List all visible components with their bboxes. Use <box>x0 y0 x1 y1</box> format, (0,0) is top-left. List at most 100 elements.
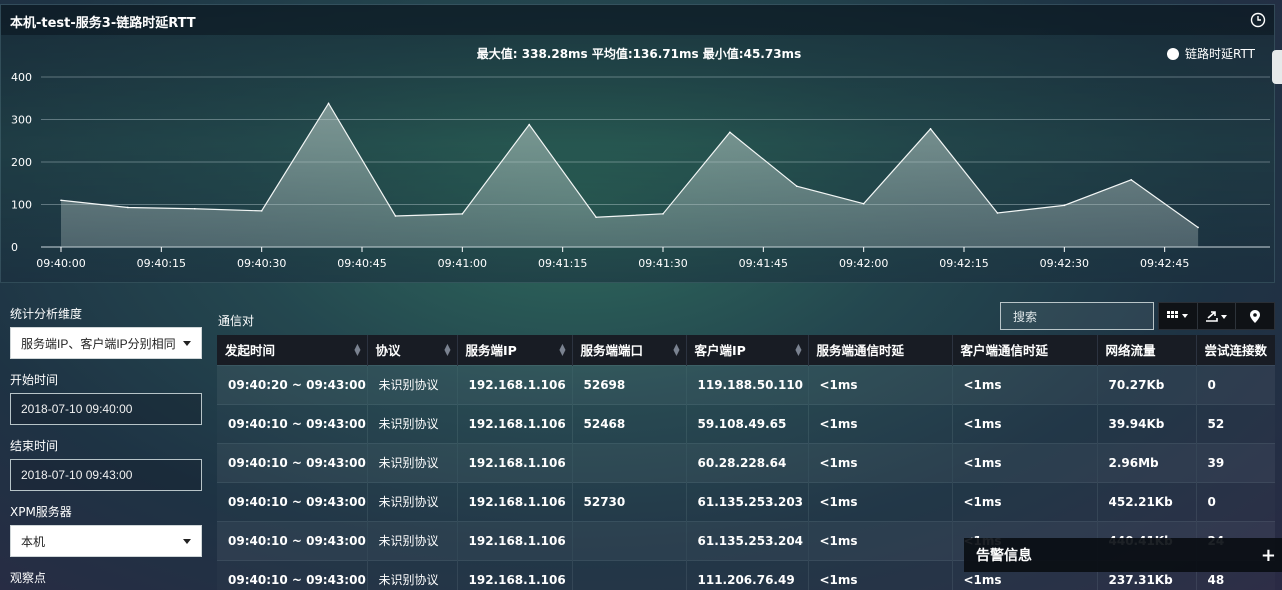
data-point <box>127 206 129 209</box>
end-time-label: 结束时间 <box>10 439 59 453</box>
table-cell: <1ms <box>952 482 1098 521</box>
x-tick-label: 09:42:45 <box>1140 257 1189 270</box>
column-header[interactable]: 服务端端口 ▲ ▼ <box>572 335 687 365</box>
table-row[interactable]: 09:40:10 ~ 09:43:00 未识别协议 192.168.1.106 527… <box>217 482 1275 521</box>
plus-icon[interactable]: + <box>1261 545 1276 566</box>
column-header[interactable]: 客户端通信时延 <box>952 335 1098 365</box>
table-cell: <1ms <box>808 560 953 590</box>
table-cell: 192.168.1.106 <box>457 521 573 560</box>
column-header[interactable]: 服务端IP ▲ ▼ <box>457 335 573 365</box>
columns-button[interactable] <box>1159 303 1198 329</box>
data-point <box>929 128 932 130</box>
side-collapse-tab[interactable] <box>1272 50 1282 84</box>
table-cell: 60.28.228.64 <box>686 443 809 482</box>
x-tick-label: 09:41:30 <box>638 257 687 270</box>
table-cell: 59.108.49.65 <box>686 404 809 443</box>
x-tick-label: 09:41:00 <box>438 257 487 270</box>
table-cell: 09:40:10 ~ 09:43:00 <box>217 560 368 590</box>
sort-icon[interactable]: ▲ ▼ <box>673 343 679 357</box>
observe-point-label: 观察点 <box>10 571 47 585</box>
map-pin-icon <box>1250 309 1261 323</box>
data-point <box>394 215 397 217</box>
sort-icon[interactable]: ▲ ▼ <box>559 343 565 357</box>
table-cell: 09:40:20 ~ 09:43:00 <box>217 365 368 404</box>
x-tick-label: 09:41:45 <box>739 257 788 270</box>
table-cell: 192.168.1.106 <box>457 404 573 443</box>
table-cell: 未识别协议 <box>367 521 458 560</box>
export-button[interactable] <box>1198 303 1237 329</box>
end-time-value: 2018-07-10 09:43:00 <box>21 468 133 482</box>
server-select[interactable]: 本机 <box>10 525 202 557</box>
data-point <box>1063 204 1066 207</box>
chart-title: 本机-test-服务3-链路时延RTT <box>10 16 196 31</box>
location-button[interactable] <box>1236 303 1274 329</box>
column-header-label: 发起时间 <box>225 343 276 359</box>
x-tick-label: 09:40:30 <box>237 257 286 270</box>
table-cell: <1ms <box>808 482 953 521</box>
sort-icon[interactable]: ▲ ▼ <box>354 343 360 357</box>
table-toolbar <box>1158 302 1275 330</box>
column-header[interactable]: 服务端通信时延 <box>808 335 953 365</box>
table-cell: 52 <box>1196 404 1275 443</box>
y-tick-label: 0 <box>11 241 18 254</box>
table-row[interactable]: 09:40:10 ~ 09:43:00 未识别协议 192.168.1.106 524… <box>217 404 1275 443</box>
table-cell: 未识别协议 <box>367 404 458 443</box>
data-point <box>729 131 731 134</box>
column-header[interactable]: 尝试连接数 <box>1196 335 1275 365</box>
data-point <box>862 202 865 205</box>
y-tick-label: 400 <box>11 71 32 84</box>
table-cell: 39 <box>1196 443 1275 482</box>
data-point <box>528 123 531 126</box>
data-point <box>595 216 597 219</box>
data-point <box>260 210 263 212</box>
clock-icon[interactable] <box>1250 12 1266 28</box>
table-row[interactable]: 09:40:10 ~ 09:43:00 未识别协议 192.168.1.106 60.… <box>217 443 1275 482</box>
column-header-label: 服务端端口 <box>580 343 644 359</box>
dimension-select[interactable]: 服务端IP、客户端IP分别相同 <box>10 327 202 359</box>
alert-panel[interactable]: 告警信息 + <box>964 538 1282 572</box>
chart-panel: 0 100 200 300 400 09:40:00 09:40:15 09:40:30 09:… <box>0 4 1275 283</box>
table-cell <box>572 521 687 560</box>
column-header-label: 服务端通信时延 <box>816 343 905 359</box>
server-label: XPM服务器 <box>10 505 72 519</box>
start-time-input[interactable]: 2018-07-10 09:40:00 <box>10 393 202 425</box>
table-cell: 09:40:10 ~ 09:43:00 <box>217 482 368 521</box>
column-header-label: 客户端通信时延 <box>960 343 1049 359</box>
server-value: 本机 <box>21 534 46 549</box>
column-header-label: 尝试连接数 <box>1204 343 1268 359</box>
table-row[interactable]: 09:40:20 ~ 09:43:00 未识别协议 192.168.1.106 526… <box>217 365 1275 404</box>
column-header-label: 服务端IP <box>465 343 517 359</box>
column-header[interactable]: 网络流量 <box>1097 335 1197 365</box>
table-cell: 未识别协议 <box>367 443 458 482</box>
table-cell: 52730 <box>572 482 687 521</box>
column-header[interactable]: 客户端IP ▲ ▼ <box>686 335 809 365</box>
x-tick-label: 09:40:45 <box>337 257 386 270</box>
table-cell: 未识别协议 <box>367 482 458 521</box>
legend-label: 链路时延RTT <box>1185 46 1256 61</box>
x-tick-label: 09:40:15 <box>137 257 186 270</box>
table-cell: 61.135.253.204 <box>686 521 809 560</box>
data-point <box>1130 179 1133 181</box>
column-header[interactable]: 协议 ▲ ▼ <box>367 335 458 365</box>
export-icon <box>1205 311 1227 322</box>
sort-icon[interactable]: ▲ ▼ <box>795 343 801 357</box>
search-input[interactable]: 搜索 <box>1000 302 1154 330</box>
x-tick-label: 09:42:00 <box>839 257 888 270</box>
table-cell: <1ms <box>952 443 1098 482</box>
table-cell: 192.168.1.106 <box>457 443 573 482</box>
table-cell: 192.168.1.106 <box>457 482 573 521</box>
x-tick-label: 09:42:15 <box>939 257 988 270</box>
start-time-value: 2018-07-10 09:40:00 <box>21 402 133 416</box>
table-title: 通信对 <box>218 314 255 328</box>
sort-icon[interactable]: ▲ ▼ <box>444 343 450 357</box>
table-cell: 61.135.253.203 <box>686 482 809 521</box>
legend-marker <box>1167 48 1179 60</box>
data-point <box>1197 226 1199 229</box>
table-cell: 192.168.1.106 <box>457 560 573 590</box>
end-time-input[interactable]: 2018-07-10 09:43:00 <box>10 459 202 491</box>
column-header-label: 协议 <box>375 343 401 359</box>
stats-text: 最大值: 338.28ms 平均值:136.71ms 最小值:45.73ms <box>477 46 801 61</box>
column-header[interactable]: 发起时间 ▲ ▼ <box>217 335 368 365</box>
table-cell: 未识别协议 <box>367 365 458 404</box>
table-cell <box>572 443 687 482</box>
